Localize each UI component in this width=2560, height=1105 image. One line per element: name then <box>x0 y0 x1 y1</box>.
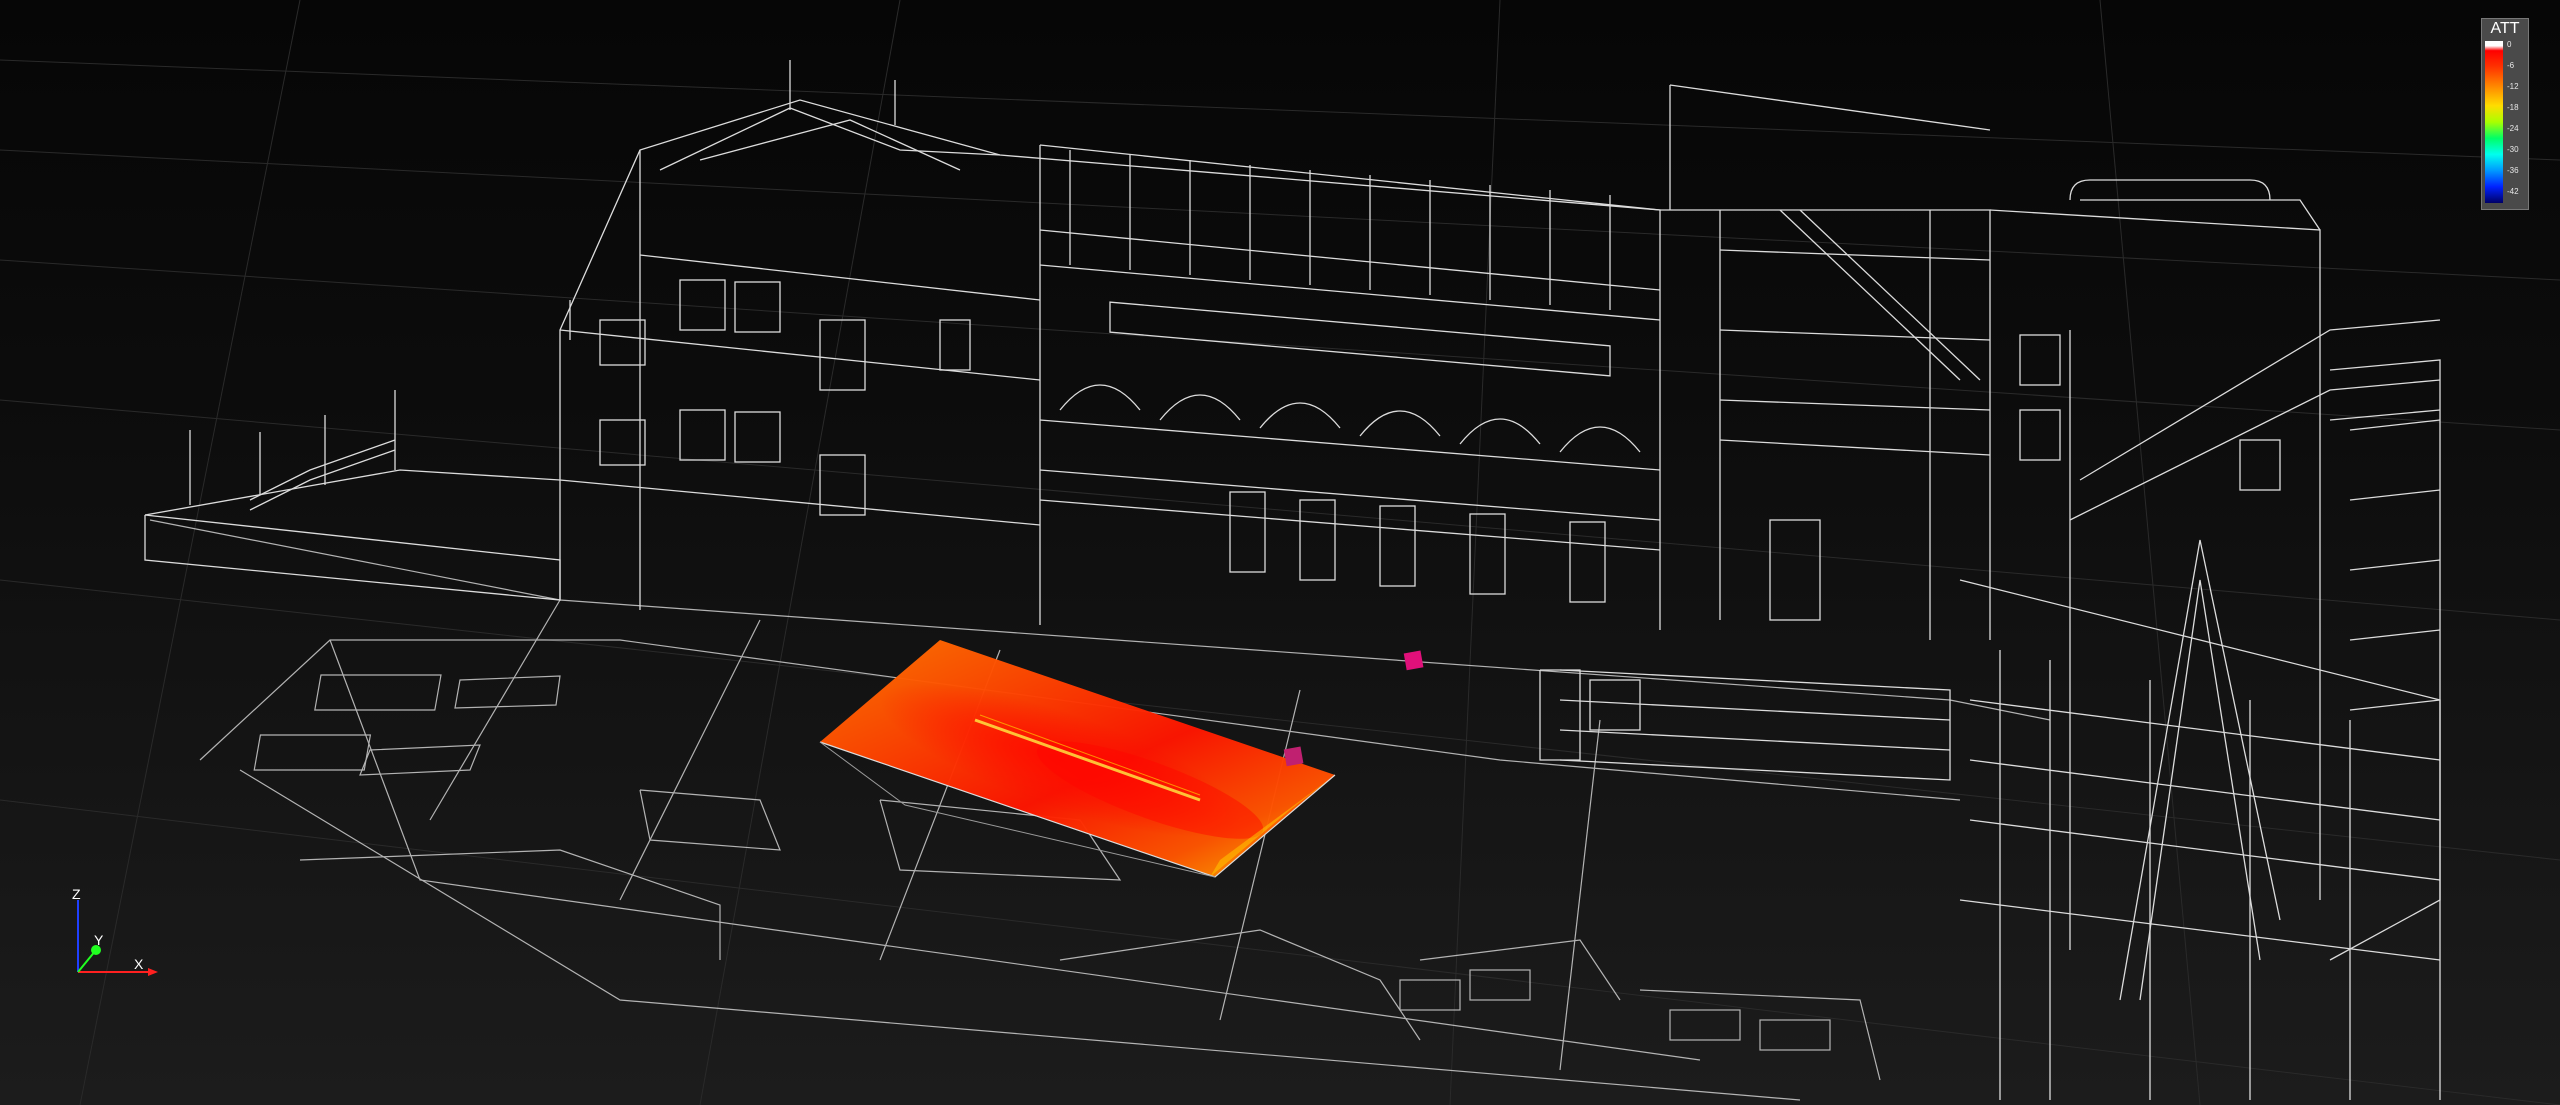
attenuation-heatmap <box>819 640 1336 878</box>
attenuation-legend: ATT 0 -6 -12 -18 -24 -30 -36 -42 <box>2481 18 2529 210</box>
legend-tick: -12 <box>2507 82 2519 91</box>
legend-tick: -6 <box>2507 61 2515 70</box>
3d-viewport[interactable]: ATT 0 -6 -12 -18 -24 -30 -36 -42 Z Y X <box>0 0 2560 1105</box>
legend-tick: -18 <box>2507 103 2519 112</box>
axis-x-label: X <box>134 956 144 972</box>
axis-y-label: Y <box>94 932 104 948</box>
axis-z-label: Z <box>72 886 81 902</box>
legend-tick: -24 <box>2507 124 2519 133</box>
building-wireframe-scene[interactable] <box>0 0 2560 1105</box>
legend-title: ATT <box>2490 20 2520 37</box>
legend-color-bar <box>2485 41 2503 203</box>
axis-triad: Z Y X <box>60 880 160 980</box>
sound-receiver-marker <box>1283 746 1304 767</box>
ground-grid <box>0 0 2560 1105</box>
legend-tick: -36 <box>2507 166 2519 175</box>
sound-source-marker <box>1403 650 1424 671</box>
legend-tick: -42 <box>2507 187 2519 196</box>
legend-tick: 0 <box>2507 40 2512 49</box>
legend-tick: -30 <box>2507 145 2519 154</box>
